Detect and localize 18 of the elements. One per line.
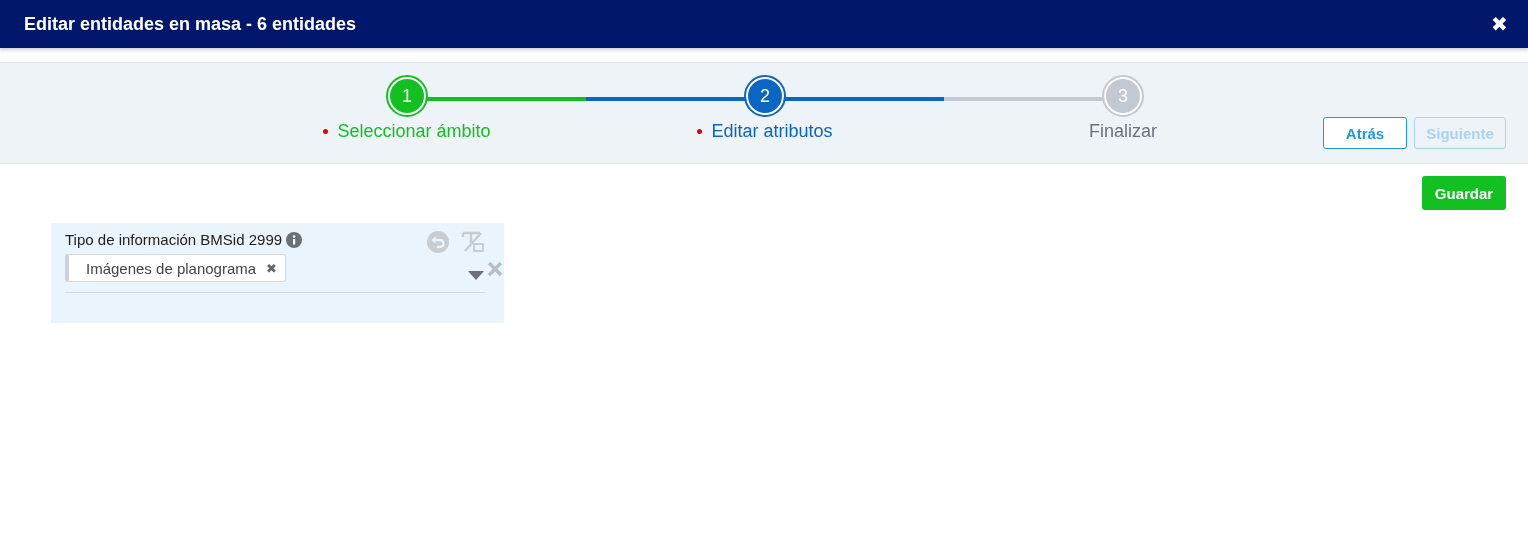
info-icon[interactable] <box>286 231 303 248</box>
tag-text: Imágenes de planograma <box>86 259 257 277</box>
step-circle: 3 <box>1104 77 1142 115</box>
close-button[interactable]: ✖ <box>1491 12 1508 36</box>
window-title: Editar entidades en masa - 6 entidades <box>24 13 357 35</box>
dropdown-caret-icon[interactable] <box>468 271 484 281</box>
remove-tag-button[interactable]: ✖ <box>266 260 278 276</box>
field-label: Tipo de información BMSid 2999 <box>65 231 283 248</box>
step-circle: 1 <box>388 77 426 115</box>
save-button[interactable]: Guardar <box>1422 176 1506 210</box>
clear-format-icon[interactable] <box>461 231 485 253</box>
undo-icon[interactable] <box>427 231 449 253</box>
step-label[interactable]: Finalizar <box>1089 121 1157 142</box>
step-label[interactable]: Seleccionar ámbito <box>337 121 491 142</box>
step-circle: 2 <box>746 77 784 115</box>
back-button[interactable]: Atrás <box>1323 117 1407 149</box>
select-field[interactable]: Imágenes de planograma ✖ <box>65 254 485 293</box>
step-label[interactable]: Editar atributos <box>711 121 833 142</box>
